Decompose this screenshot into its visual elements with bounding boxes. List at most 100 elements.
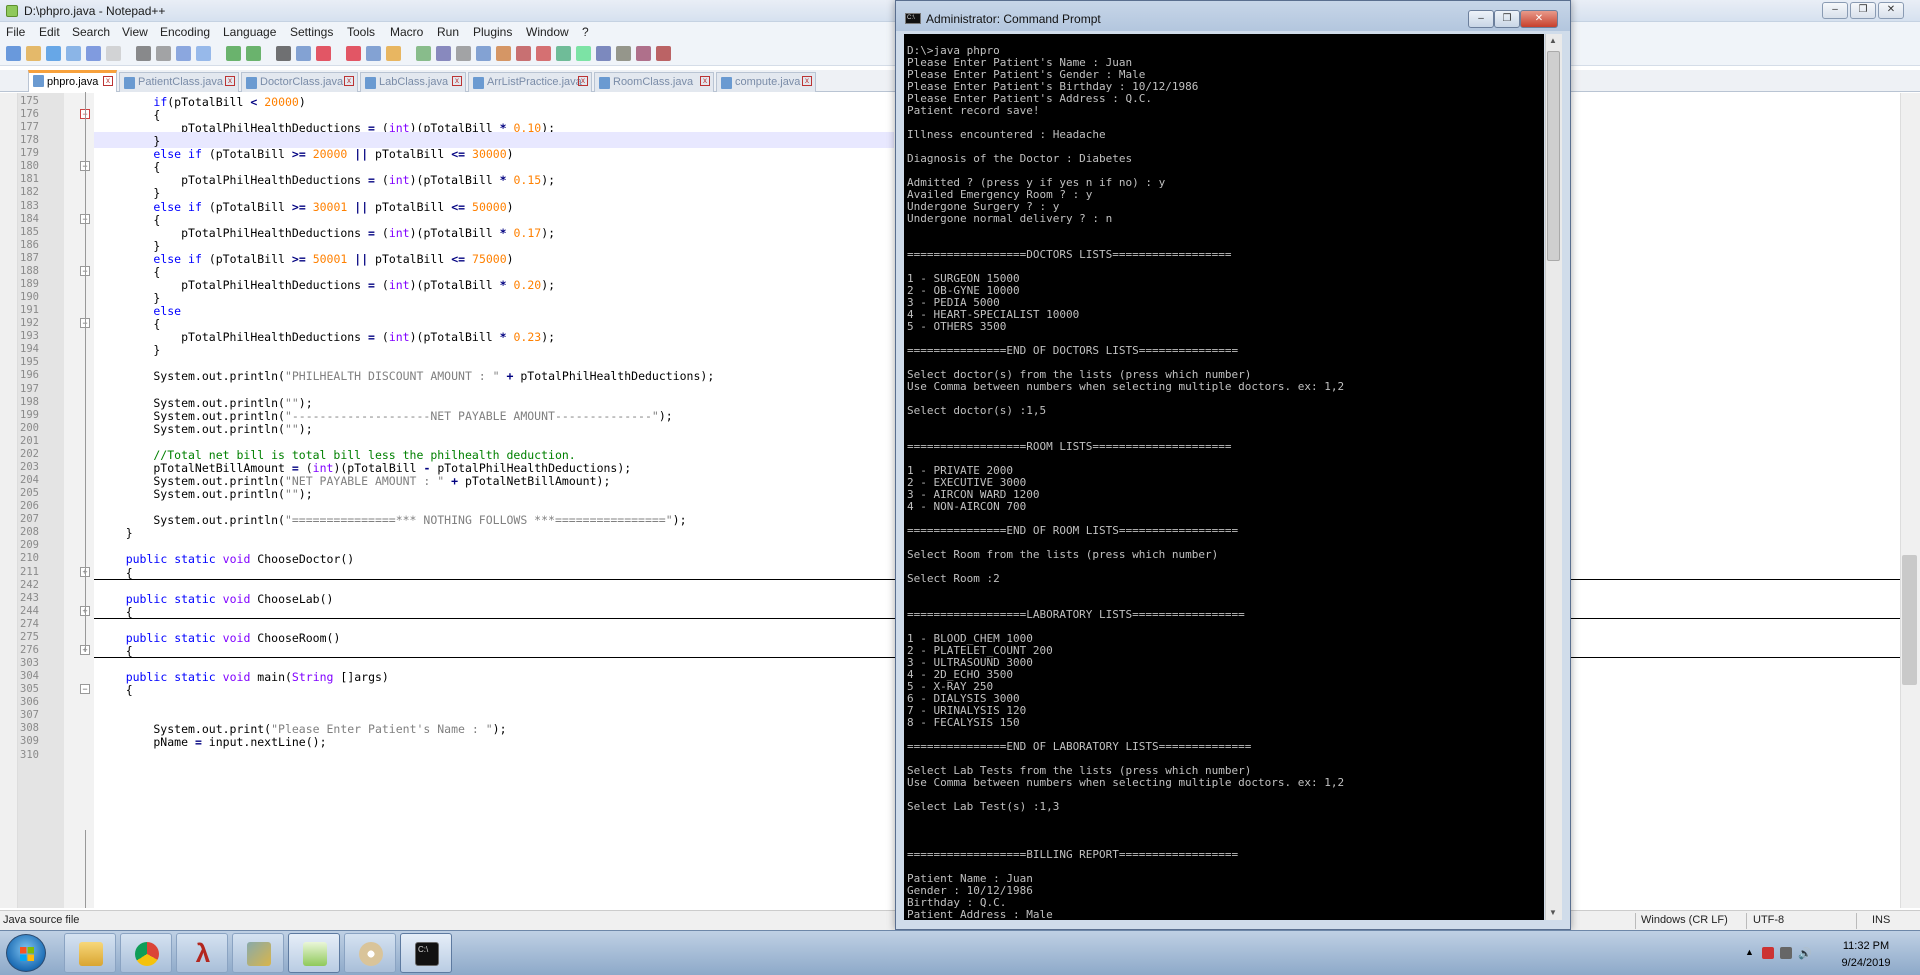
taskbar-chrome[interactable] <box>120 933 172 973</box>
line-number: 306 <box>20 696 39 708</box>
line-number: 305 <box>20 683 39 695</box>
code-line[interactable]: { <box>98 265 160 279</box>
console-line: Illness encountered : Headache <box>907 128 1106 141</box>
console-line: Select doctor(s) :1,5 <box>907 404 1047 417</box>
line-number: 276 <box>20 644 39 656</box>
line-number: 192 <box>20 317 39 329</box>
code-line[interactable]: { <box>98 605 133 619</box>
tray-flag-icon[interactable] <box>1762 947 1774 959</box>
line-number: 310 <box>20 749 39 761</box>
code-line[interactable]: System.out.println("NET PAYABLE AMOUNT :… <box>98 474 610 488</box>
code-line[interactable]: System.out.println("PHILHEALTH DISCOUNT … <box>98 369 714 383</box>
code-line[interactable]: public static void ChooseRoom() <box>98 631 341 645</box>
line-number: 201 <box>20 435 39 447</box>
console-line: 4 - NON-AIRCON 700 <box>907 500 1027 513</box>
line-number: 184 <box>20 213 39 225</box>
code-line[interactable]: pTotalPhilHealthDeductions = (int)(pTota… <box>98 278 555 292</box>
tray-overflow-icon[interactable]: ▲ <box>1745 947 1757 959</box>
code-line[interactable]: pName = input.nextLine(); <box>98 735 326 749</box>
code-line[interactable]: { <box>98 160 160 174</box>
code-line[interactable]: else if (pTotalBill >= 20000 || pTotalBi… <box>98 147 513 161</box>
editor-scroll-thumb[interactable] <box>1902 555 1917 685</box>
cmd-minimize-button[interactable]: – <box>1468 10 1494 28</box>
taskbar-notepadpp[interactable] <box>288 933 340 973</box>
cmd-maximize-button[interactable]: ❐ <box>1494 10 1520 28</box>
status-eol[interactable]: Windows (CR LF) <box>1641 914 1728 926</box>
tray-network-icon[interactable] <box>1780 947 1792 959</box>
code-line[interactable]: else <box>98 304 181 318</box>
console-line: 5 - OTHERS 3500 <box>907 320 1007 333</box>
code-line[interactable]: System.out.println("--------------------… <box>98 409 672 423</box>
console-line: Use Comma between numbers when selecting… <box>907 380 1345 393</box>
line-number: 308 <box>20 722 39 734</box>
line-number: 309 <box>20 735 39 747</box>
line-number: 208 <box>20 526 39 538</box>
tray-volume-icon[interactable]: 🔊 <box>1798 947 1812 960</box>
code-line[interactable]: public static void main(String []args) <box>98 670 389 684</box>
console-line: Patient record save! <box>907 104 1040 117</box>
code-line[interactable]: } <box>98 239 160 253</box>
code-line[interactable]: } <box>98 134 160 148</box>
line-number: 200 <box>20 422 39 434</box>
scroll-down-icon[interactable]: ▼ <box>1549 908 1557 917</box>
code-line[interactable]: { <box>98 644 133 658</box>
current-line-highlight <box>94 132 894 148</box>
code-line[interactable]: { <box>98 683 133 697</box>
taskbar-cmd[interactable]: C:\ <box>400 933 452 973</box>
taskbar-paint[interactable] <box>344 933 396 973</box>
command-prompt-window[interactable]: C:\ Administrator: Command Prompt – ❐ ✕ … <box>895 0 1571 930</box>
code-line[interactable]: pTotalPhilHealthDeductions = (int)(pTota… <box>98 173 555 187</box>
code-line[interactable]: //Total net bill is total bill less the … <box>98 448 575 462</box>
line-number: 274 <box>20 618 39 630</box>
code-line[interactable]: else if (pTotalBill >= 30001 || pTotalBi… <box>98 200 513 214</box>
line-number: 175 <box>20 95 39 107</box>
code-line[interactable]: public static void ChooseDoctor() <box>98 552 355 566</box>
line-number: 178 <box>20 134 39 146</box>
code-line[interactable]: { <box>98 213 160 227</box>
code-line[interactable]: { <box>98 108 160 122</box>
status-encoding[interactable]: UTF-8 <box>1753 914 1784 926</box>
line-number: 193 <box>20 330 39 342</box>
code-line[interactable]: } <box>98 291 160 305</box>
line-number: 188 <box>20 265 39 277</box>
line-number: 210 <box>20 552 39 564</box>
code-line[interactable]: { <box>98 566 133 580</box>
line-number: 242 <box>20 579 39 591</box>
code-line[interactable]: pTotalPhilHealthDeductions = (int)(pTota… <box>98 330 555 344</box>
cmd-titlebar[interactable]: C:\ Administrator: Command Prompt – ❐ ✕ <box>896 1 1570 31</box>
taskbar-lambda-app[interactable]: λ <box>176 933 228 973</box>
cmd-scroll-thumb[interactable] <box>1547 51 1560 261</box>
code-line[interactable]: System.out.println("===============*** N… <box>98 513 686 527</box>
cmd-app-icon: C:\ <box>905 13 921 24</box>
code-line[interactable]: } <box>98 186 160 200</box>
code-line[interactable]: pTotalNetBillAmount = (int)(pTotalBill -… <box>98 461 631 475</box>
fold-toggle-icon[interactable]: − <box>80 684 90 694</box>
start-button[interactable] <box>6 934 46 972</box>
line-number: 199 <box>20 409 39 421</box>
clock-time[interactable]: 11:32 PM <box>1826 940 1906 952</box>
console-line: Select Room :2 <box>907 572 1000 585</box>
line-number: 191 <box>20 304 39 316</box>
line-number: 186 <box>20 239 39 251</box>
code-line[interactable]: pTotalPhilHealthDeductions = (int)(pTota… <box>98 226 555 240</box>
editor-scrollbar[interactable] <box>1900 93 1920 908</box>
cmd-close-button[interactable]: ✕ <box>1520 10 1558 28</box>
code-line[interactable]: { <box>98 317 160 331</box>
code-line[interactable]: System.out.print("Please Enter Patient's… <box>98 722 506 736</box>
scroll-up-icon[interactable]: ▲ <box>1549 36 1557 45</box>
code-line[interactable]: } <box>98 343 160 357</box>
cmd-output: D:\>java phpro Please Enter Patient's Nam… <box>907 45 1345 921</box>
code-line[interactable]: System.out.println(""); <box>98 487 312 501</box>
code-line[interactable]: if(pTotalBill < 20000) <box>98 95 305 109</box>
cmd-console[interactable]: D:\>java phpro Please Enter Patient's Nam… <box>904 34 1544 920</box>
clock-date[interactable]: 9/24/2019 <box>1826 957 1906 969</box>
code-line[interactable]: System.out.println(""); <box>98 422 312 436</box>
code-line[interactable]: } <box>98 526 133 540</box>
code-line[interactable]: public static void ChooseLab() <box>98 592 334 606</box>
console-line: ==================LABORATORY LISTS======… <box>907 608 1245 621</box>
taskbar-tools[interactable] <box>232 933 284 973</box>
code-line[interactable]: else if (pTotalBill >= 50001 || pTotalBi… <box>98 252 513 266</box>
code-line[interactable]: System.out.println(""); <box>98 396 312 410</box>
taskbar-explorer[interactable] <box>64 933 116 973</box>
